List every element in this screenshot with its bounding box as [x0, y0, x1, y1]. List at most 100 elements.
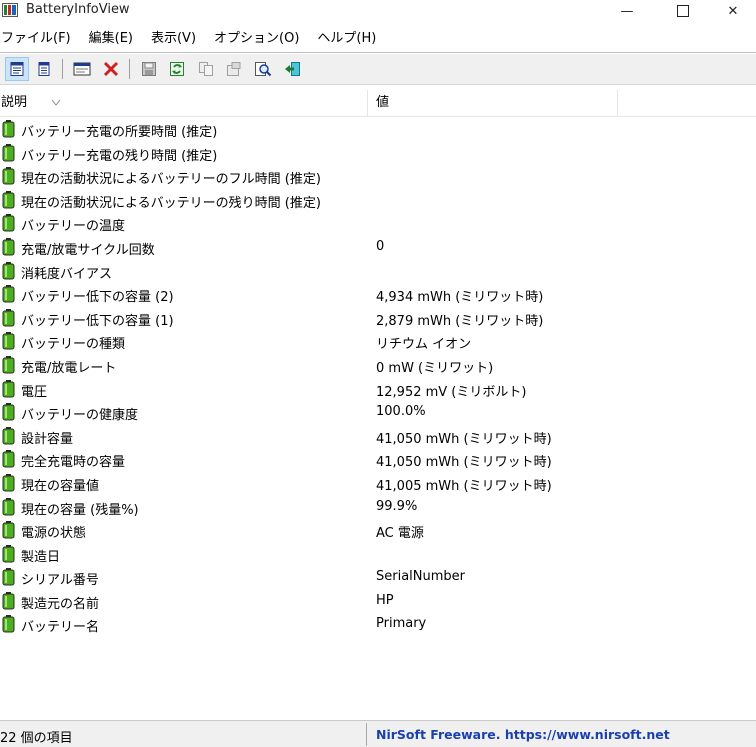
- list-header: 説明 値: [0, 90, 756, 117]
- list-item[interactable]: バッテリーの健康度 100.0%: [0, 401, 756, 425]
- battery-icon: [2, 473, 15, 492]
- column-divider[interactable]: [617, 90, 618, 116]
- minimize-button[interactable]: —: [604, 0, 650, 22]
- row-label: バッテリー低下の容量 (1): [21, 313, 174, 329]
- battery-icon: [2, 237, 15, 256]
- list-item[interactable]: 設計容量 41,050 mWh (ミリワット時): [0, 425, 756, 449]
- column-value-label: 値: [376, 95, 390, 110]
- battery-icon: [2, 143, 15, 162]
- list-item[interactable]: 電圧 12,952 mV (ミリボルト): [0, 378, 756, 402]
- row-label: 充電/放電レート: [21, 360, 117, 376]
- battery-icon: [2, 544, 15, 563]
- row-value: 2,879 mWh (ミリワット時): [376, 313, 544, 329]
- close-button[interactable]: ✕: [710, 0, 756, 22]
- properties-button[interactable]: [5, 57, 29, 81]
- list-item[interactable]: バッテリー充電の残り時間 (推定): [0, 142, 756, 166]
- list-item[interactable]: 製造元の名前 HP: [0, 590, 756, 614]
- row-label: 完全充電時の容量: [21, 455, 126, 471]
- exit-icon: [285, 62, 300, 76]
- battery-log-icon: [38, 62, 50, 76]
- list-item[interactable]: 現在の活動状況によるバッテリーの残り時間 (推定): [0, 189, 756, 213]
- list-item[interactable]: バッテリー名 Primary: [0, 613, 756, 637]
- battery-icon: [2, 308, 15, 327]
- menu-edit[interactable]: 編集(E): [89, 29, 133, 49]
- battery-icon: [2, 261, 15, 280]
- menu-bar: ファイル(F) 編集(E) 表示(V) オプション(O) ヘルプ(H): [0, 29, 756, 49]
- list-item[interactable]: 現在の活動状況によるバッテリーのフル時間 (推定): [0, 165, 756, 189]
- row-value: 100.0%: [376, 404, 426, 420]
- delete-button[interactable]: [99, 57, 123, 81]
- list-item[interactable]: 製造日: [0, 543, 756, 567]
- battery-icon: [2, 167, 15, 185]
- options-icon: [227, 62, 241, 76]
- battery-icon: [2, 497, 15, 515]
- battery-icon: [2, 332, 15, 350]
- column-divider[interactable]: [367, 90, 368, 116]
- save-button[interactable]: [137, 57, 161, 81]
- menu-help[interactable]: ヘルプ(H): [317, 29, 376, 49]
- html-report-button[interactable]: [70, 57, 94, 81]
- list-item[interactable]: 電源の状態 AC 電源: [0, 519, 756, 543]
- column-header-description[interactable]: 説明: [1, 90, 367, 116]
- list-item[interactable]: バッテリー低下の容量 (2) 4,934 mWh (ミリワット時): [0, 283, 756, 307]
- status-bar: 22 個の項目 NirSoft Freeware. https://www.ni…: [0, 720, 756, 747]
- list-item[interactable]: バッテリー低下の容量 (1) 2,879 mWh (ミリワット時): [0, 307, 756, 331]
- battery-icon: [2, 190, 15, 209]
- row-value: 4,934 mWh (ミリワット時): [376, 290, 544, 306]
- properties-icon: [10, 62, 24, 76]
- find-button[interactable]: [251, 57, 275, 81]
- battery-icon: [2, 521, 15, 539]
- row-label: 電源の状態: [21, 526, 87, 542]
- menu-options[interactable]: オプション(O): [214, 29, 299, 49]
- row-label: バッテリーの健康度: [21, 408, 139, 424]
- row-label: 製造元の名前: [21, 596, 100, 612]
- battery-info-view-window: BatteryInfoView — ✕ ファイル(F) 編集(E) 表示(V) …: [0, 0, 756, 747]
- toolbar: [0, 54, 756, 85]
- list-item[interactable]: 現在の容量 (残量%) 99.9%: [0, 496, 756, 520]
- battery-log-button[interactable]: [32, 57, 56, 81]
- battery-icon: [2, 615, 15, 633]
- row-label: シリアル番号: [21, 573, 99, 589]
- menu-view[interactable]: 表示(V): [151, 29, 196, 49]
- column-header-value[interactable]: 値: [376, 90, 616, 116]
- row-value: HP: [376, 592, 394, 608]
- list-item[interactable]: バッテリーの温度: [0, 212, 756, 236]
- list-item[interactable]: シリアル番号 SerialNumber: [0, 566, 756, 590]
- column-description-label: 説明: [1, 95, 28, 110]
- refresh-button[interactable]: [165, 57, 189, 81]
- row-label: 現在の活動状況によるバッテリーのフル時間 (推定): [21, 172, 321, 188]
- menu-file[interactable]: ファイル(F): [1, 29, 71, 49]
- exit-button[interactable]: [281, 57, 305, 81]
- row-label: 設計容量: [21, 431, 74, 447]
- close-icon: ✕: [727, 3, 739, 19]
- nirsoft-link[interactable]: NirSoft Freeware. https://www.nirsoft.ne…: [376, 727, 670, 742]
- row-label: 充電/放電サイクル回数: [21, 242, 155, 258]
- copy-button[interactable]: [194, 57, 218, 81]
- row-label: バッテリー充電の所要時間 (推定): [21, 125, 218, 140]
- row-label: 製造日: [21, 549, 61, 565]
- html-report-icon: [73, 62, 91, 76]
- battery-icon: [2, 214, 15, 232]
- row-label: バッテリー充電の残り時間 (推定): [21, 148, 218, 164]
- maximize-button[interactable]: [660, 0, 706, 22]
- list-item[interactable]: 消耗度バイアス: [0, 260, 756, 284]
- delete-icon: [103, 61, 119, 77]
- list-item[interactable]: バッテリー充電の所要時間 (推定): [0, 118, 756, 142]
- maximize-icon: [677, 5, 689, 17]
- battery-icon: [2, 591, 15, 610]
- row-label: 現在の容量 (残量%): [21, 502, 139, 518]
- battery-icon: [2, 355, 15, 374]
- list-item[interactable]: 現在の容量値 41,005 mWh (ミリワット時): [0, 472, 756, 496]
- sort-descending-icon: [51, 99, 61, 106]
- list-item[interactable]: 充電/放電レート 0 mW (ミリワット): [0, 354, 756, 378]
- row-label: バッテリーの種類: [21, 337, 126, 353]
- row-label: バッテリー名: [21, 620, 100, 636]
- battery-icon: [2, 568, 15, 586]
- row-label: バッテリーの温度: [21, 219, 126, 235]
- battery-info-list: バッテリー充電の所要時間 (推定) バッテリー充電の残り時間 (推定) 現在の活動状…: [0, 118, 756, 637]
- refresh-icon: [170, 62, 184, 76]
- list-item[interactable]: バッテリーの種類 リチウム イオン: [0, 330, 756, 354]
- options-button[interactable]: [222, 57, 246, 81]
- list-item[interactable]: 完全充電時の容量 41,050 mWh (ミリワット時): [0, 448, 756, 472]
- list-item[interactable]: 充電/放電サイクル回数 0: [0, 236, 756, 260]
